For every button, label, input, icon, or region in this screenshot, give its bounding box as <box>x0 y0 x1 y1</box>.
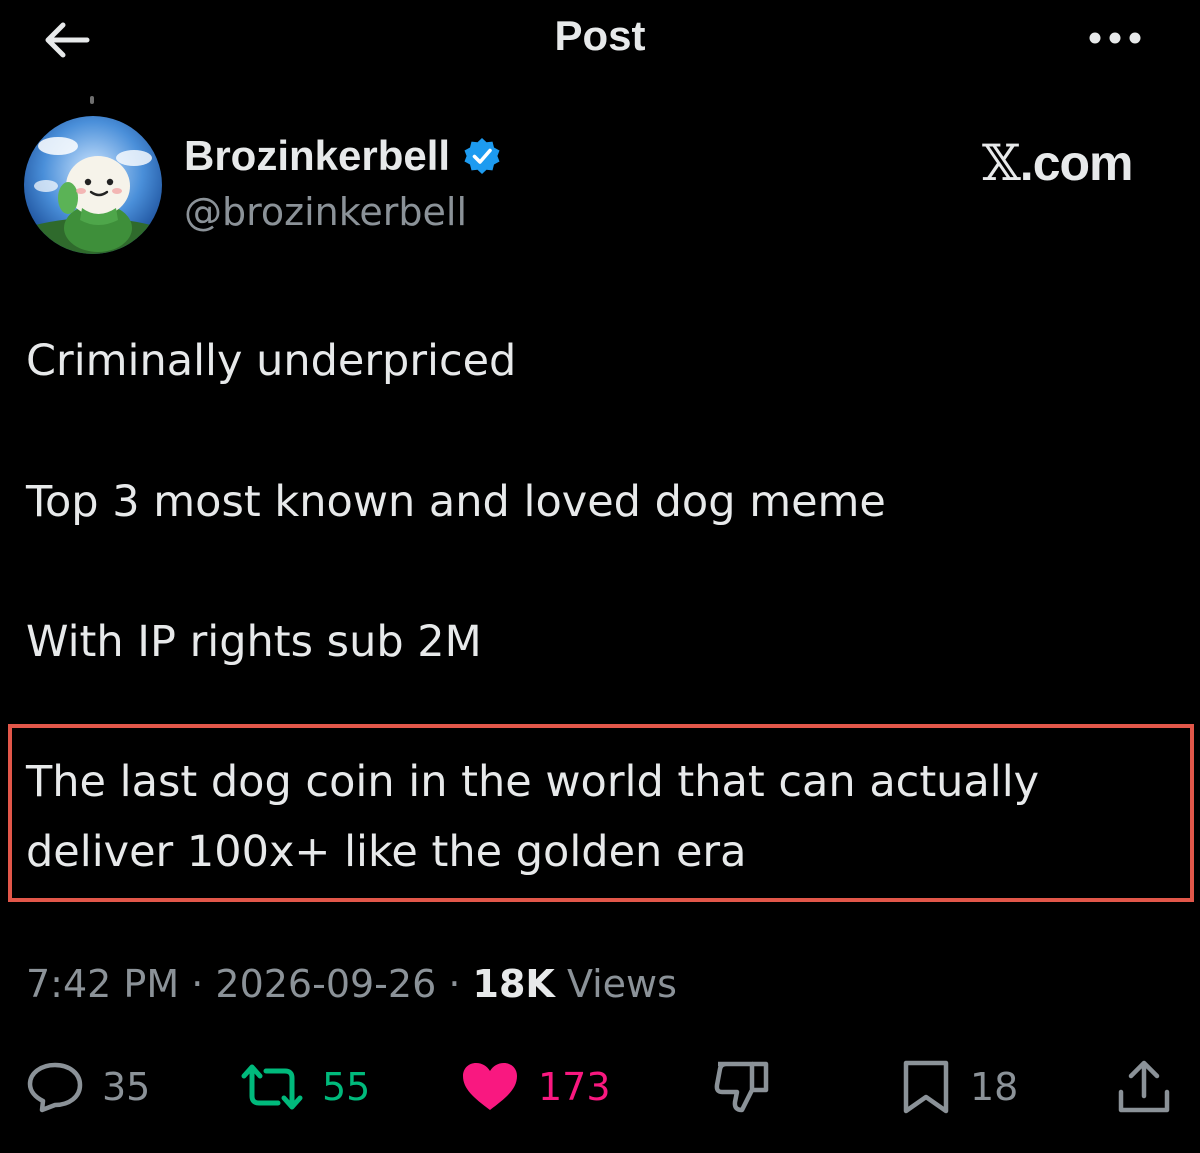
author-name: Brozinkerbell <box>184 132 451 179</box>
dislike-button[interactable] <box>712 1056 772 1118</box>
avatar[interactable] <box>24 116 162 254</box>
avatar-image <box>24 116 162 254</box>
post-meta: 7:42 PM · 2026-09-26 · 18K Views <box>26 962 677 1006</box>
repost-button[interactable]: 55 <box>240 1056 370 1118</box>
post-paragraph: Criminally underpriced <box>26 336 517 386</box>
reply-button[interactable]: 35 <box>26 1056 150 1118</box>
verified-badge-icon <box>464 138 500 174</box>
post-highlight-line: The last dog coin in the world that can … <box>26 757 1040 807</box>
repost-icon <box>241 1064 303 1110</box>
post-highlight-line: deliver 100x+ like the golden era <box>26 827 747 877</box>
more-dots-icon <box>1089 32 1141 44</box>
reply-count: 35 <box>102 1065 151 1109</box>
share-button[interactable] <box>1116 1056 1172 1118</box>
like-button[interactable]: 173 <box>460 1056 611 1118</box>
like-count: 173 <box>538 1065 611 1109</box>
reply-icon <box>27 1062 83 1113</box>
more-options-button[interactable] <box>1080 18 1150 58</box>
post-time[interactable]: 7:42 PM <box>26 962 179 1006</box>
bookmark-count: 18 <box>970 1065 1019 1109</box>
share-icon <box>1118 1060 1170 1113</box>
repost-count: 55 <box>322 1065 371 1109</box>
author-name-row[interactable]: Brozinkerbell <box>184 132 502 180</box>
author-handle[interactable]: @brozinkerbell <box>184 190 467 234</box>
bookmark-icon <box>903 1060 949 1114</box>
views-label[interactable]: Views <box>567 962 677 1006</box>
views-count: 18K <box>472 962 555 1006</box>
brand-x-mark: 𝕏 <box>982 134 1021 192</box>
brand-suffix: .com <box>1019 135 1134 191</box>
heart-icon <box>463 1063 517 1110</box>
post-date[interactable]: 2026-09-26 <box>215 962 436 1006</box>
post-paragraph: With IP rights sub 2M <box>26 617 482 667</box>
meta-separator: · <box>448 962 461 1006</box>
page-title: Post <box>554 12 646 59</box>
post-paragraph: Top 3 most known and loved dog meme <box>26 477 886 527</box>
divider-dot <box>90 96 94 104</box>
brand-logo: 𝕏.com <box>982 134 1133 192</box>
bookmark-button[interactable]: 18 <box>900 1056 1018 1118</box>
meta-separator: · <box>191 962 204 1006</box>
arrow-left-icon <box>45 22 90 58</box>
back-button[interactable] <box>38 16 94 64</box>
thumbs-down-icon <box>714 1061 769 1113</box>
